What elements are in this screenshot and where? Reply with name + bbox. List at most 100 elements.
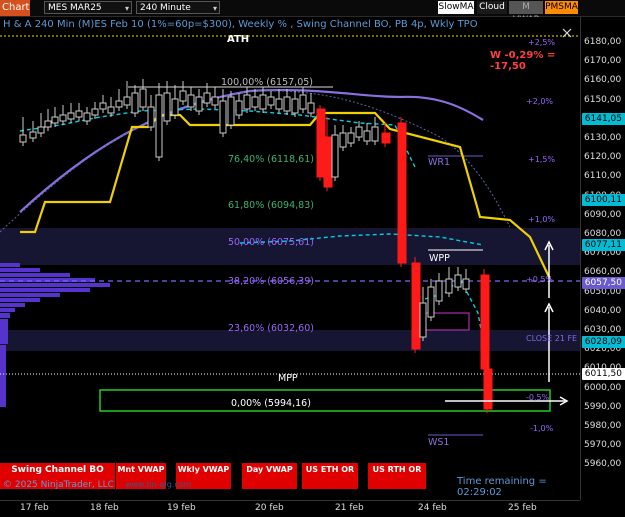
weekly-change-label: W -0,29% = -17,50 (490, 50, 556, 72)
candle-body (227, 96, 235, 126)
price-tick-label: 6040,00 (584, 305, 622, 316)
candle-body (75, 110, 83, 118)
fib-level-label: 38,20% (6056,39) (228, 276, 314, 287)
candle-body (259, 94, 267, 110)
fib-level-label: 76,40% (6118,61) (228, 154, 314, 165)
candle-body (187, 94, 195, 108)
candle-body (445, 278, 453, 294)
weekly-percent-label: +0,5% (526, 275, 554, 284)
price-tick-label: 5990,00 (584, 401, 622, 412)
fib-level-label: 100,00% (6157,05) (221, 77, 313, 88)
candle-body (339, 132, 347, 148)
price-axis[interactable]: 6180,006170,006160,006150,006140,006130,… (580, 17, 625, 500)
instrument-value: MES MAR25 (48, 3, 102, 13)
collapse-icon[interactable] (562, 28, 572, 38)
mpp-label: MPP (278, 373, 298, 384)
close-label: CLOSE 21 FE (526, 334, 578, 343)
candle-body (37, 126, 45, 134)
time-tick-label: 20 feb (255, 503, 284, 513)
candle-body (131, 92, 139, 114)
time-tick-label: 24 feb (418, 503, 447, 513)
candle-body (331, 134, 339, 178)
mvwap-toggle-button[interactable]: M VWAP (509, 1, 543, 25)
slowma-toggle-button[interactable]: SlowMA (438, 1, 474, 14)
time-tick-label: 21 feb (335, 503, 364, 513)
chart-toolbar: Chart MES MAR25 ▾ 240 Minute ▾ SlowMA Cl… (0, 0, 625, 25)
candle-body (51, 116, 59, 124)
price-marker-badge: 6141,05 (582, 113, 625, 125)
candle-body (371, 126, 379, 142)
candle-body (179, 90, 187, 102)
weekly-percent-label: -0,5% (526, 393, 550, 402)
price-marker-badge: 6028,09 (582, 336, 625, 348)
chart-tab[interactable]: Chart (0, 0, 30, 16)
indicator-toggle-button[interactable]: US RTH OR (368, 463, 426, 489)
slow-ma-line (19, 88, 484, 213)
chevron-down-icon: ▾ (124, 4, 129, 13)
candle-body (251, 96, 259, 108)
candle-body (59, 114, 67, 122)
price-tick-label: 6170,00 (584, 56, 622, 67)
time-tick-label: 25 feb (508, 503, 537, 513)
cloud-toggle-button[interactable]: Cloud (477, 1, 507, 14)
candle-body (203, 92, 211, 104)
candle-body (123, 96, 131, 106)
fib-level-label: 0,00% (5994,16) (231, 398, 311, 409)
copyright-label: © 2025 NinjaTrader, LLC (3, 480, 114, 490)
time-tick-label: 17 feb (20, 503, 49, 513)
instrument-selector[interactable]: MES MAR25 ▾ (44, 1, 132, 14)
candle-body (115, 100, 123, 108)
candle-body (299, 94, 307, 110)
candle-body (107, 106, 115, 114)
price-tick-label: 6030,00 (584, 325, 622, 335)
candle-body (323, 136, 333, 188)
pmsma-toggle-button[interactable]: PMSMA (545, 1, 578, 14)
price-tick-label: 6130,00 (584, 133, 622, 143)
fib-level-label: 61,80% (6094,83) (228, 200, 314, 211)
candle-body (155, 94, 163, 158)
time-axis[interactable]: 17 feb 18 feb 19 feb 20 feb 21 feb 24 feb 25 f… (0, 500, 580, 517)
price-tick-label: 6180,00 (584, 37, 622, 47)
chart-title: H & A 240 Min (M)ES Feb 10 (1%=60p=$300)… (3, 19, 478, 30)
candle-body (454, 274, 462, 288)
candle-body (67, 112, 75, 120)
indicator-toggle-button[interactable]: US ETH OR (302, 463, 358, 489)
fib-level-label: 50,00% (6075,61) (228, 237, 314, 248)
price-chart-canvas (0, 28, 580, 436)
fib-level-label: 23,60% (6032,60) (228, 323, 314, 334)
candle-body (219, 100, 227, 134)
ws1-label: WS1 (428, 437, 450, 448)
candle-body (195, 96, 203, 112)
price-tick-label: 6110,00 (584, 171, 622, 182)
candle-body (139, 88, 147, 108)
weekly-percent-label: +2,5% (528, 38, 556, 47)
price-tick-label: 6000,00 (584, 382, 622, 393)
price-chart-panel[interactable]: H & A 240 Min (M)ES Feb 10 (1%=60p=$300)… (0, 17, 580, 500)
weekly-percent-label: +1,5% (528, 155, 556, 164)
candle-body (462, 278, 470, 290)
candle-body (275, 98, 283, 110)
candle-body (267, 96, 275, 106)
watermark-label: www.tin-alg.com (124, 480, 192, 489)
candle-body (83, 112, 91, 122)
candle-body (91, 108, 99, 116)
copyright-text: © 2025 NinjaTrader, LLC www.tin-alg.com (3, 480, 191, 490)
price-tick-label: 6150,00 (584, 94, 622, 105)
price-tick-label: 6090,00 (584, 209, 622, 220)
indicator-toggle-button[interactable]: Day VWAP (242, 463, 297, 489)
wpp-label: WPP (429, 253, 450, 264)
price-tick-label: 5970,00 (584, 440, 622, 451)
ath-label: ATH (227, 34, 250, 45)
weekly-percent-label: -1,0% (530, 424, 554, 433)
candle-body (163, 92, 171, 122)
weekly-percent-label: +2,0% (526, 97, 554, 106)
price-marker-badge: 6057,50 (582, 277, 625, 289)
time-tick-label: 18 feb (90, 503, 119, 513)
candle-body (363, 130, 371, 142)
candle-body (411, 262, 421, 350)
interval-selector[interactable]: 240 Minute ▾ (136, 1, 220, 14)
price-marker-badge: 6011,50 (582, 368, 625, 380)
time-tick-label: 19 feb (167, 503, 196, 513)
candle-body (235, 100, 243, 116)
price-tick-label: 5980,00 (584, 421, 622, 431)
